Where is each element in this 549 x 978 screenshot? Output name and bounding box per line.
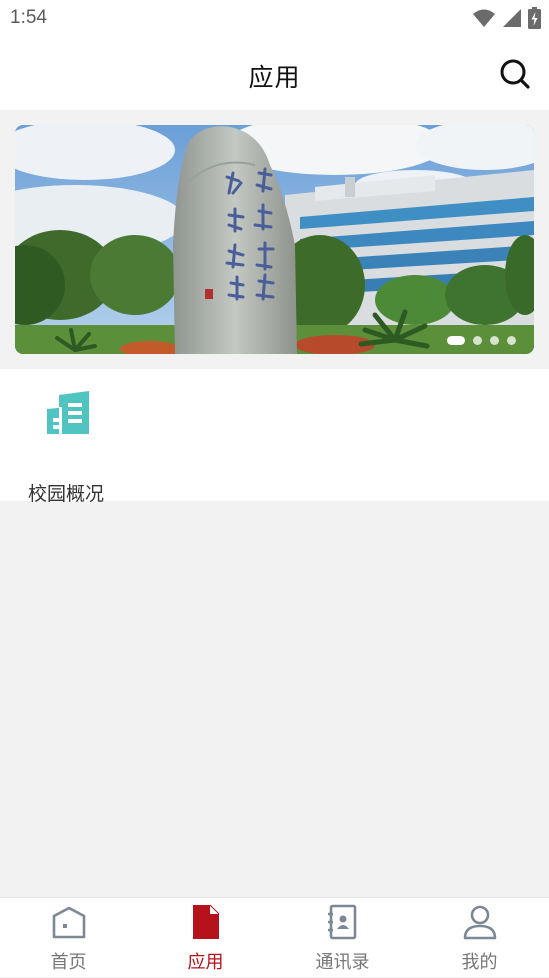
- tab-label: 首页: [50, 952, 87, 973]
- home-icon: [52, 906, 85, 939]
- cellular-signal-icon: [503, 9, 521, 27]
- battery-icon: [528, 7, 541, 29]
- wifi-icon: [473, 9, 495, 27]
- status-bar: 1:54: [0, 0, 549, 38]
- status-time: 1:54: [10, 7, 47, 28]
- app-item-campus-overview[interactable]: 校园概况: [18, 389, 118, 505]
- carousel-dot[interactable]: [447, 336, 465, 345]
- tab-home[interactable]: 首页: [0, 898, 137, 978]
- banner-carousel[interactable]: [15, 125, 534, 354]
- building-icon: [47, 391, 89, 434]
- page-title: 应用: [248, 63, 301, 92]
- document-icon: [192, 904, 219, 939]
- app-item-label: 校园概况: [28, 483, 105, 505]
- user-icon: [463, 905, 496, 940]
- search-button[interactable]: [499, 58, 531, 90]
- banner-section: [0, 110, 549, 369]
- tab-profile[interactable]: 我的: [411, 898, 548, 978]
- tab-apps[interactable]: 应用: [137, 898, 274, 978]
- tab-label: 应用: [187, 952, 224, 973]
- carousel-dot[interactable]: [507, 336, 516, 345]
- tab-label: 我的: [461, 952, 498, 973]
- banner-image: [15, 125, 534, 354]
- carousel-dot[interactable]: [473, 336, 482, 345]
- carousel-indicator: [447, 336, 516, 345]
- bottom-tab-bar: 首页 应用 通讯录 我的: [0, 897, 549, 977]
- contacts-book-icon: [327, 904, 356, 940]
- carousel-dot[interactable]: [490, 336, 499, 345]
- app-header: 应用: [0, 38, 549, 110]
- search-icon: [500, 59, 530, 89]
- app-grid: 校园概况: [0, 369, 549, 505]
- tab-contacts[interactable]: 通讯录: [274, 898, 411, 978]
- tab-label: 通讯录: [315, 952, 370, 973]
- status-icons: [472, 6, 541, 30]
